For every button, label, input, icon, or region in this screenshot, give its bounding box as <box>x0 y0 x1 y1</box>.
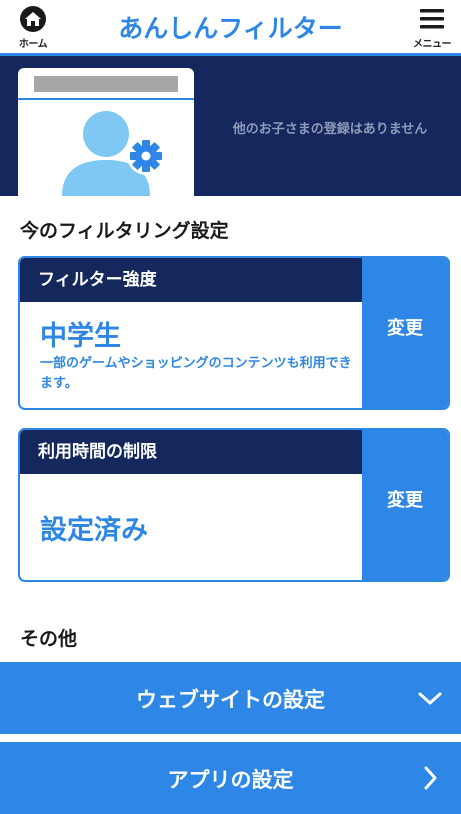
time-limit-card: 利用時間の制限 設定済み 変更 <box>18 428 450 582</box>
chevron-down-icon <box>418 692 442 705</box>
time-limit-value: 設定済み <box>40 515 148 546</box>
filter-strength-description: 一部のゲームやショッピングのコンテンツも利用できます。 <box>40 356 352 391</box>
menu-label: メニュー <box>413 39 452 50</box>
time-limit-change-button[interactable]: 変更 <box>362 430 448 580</box>
time-limit-body: 設定済み <box>20 474 364 580</box>
gear-icon <box>127 137 165 175</box>
hamburger-menu-icon <box>420 9 444 29</box>
website-settings-button[interactable]: ウェブサイトの設定 <box>0 662 461 734</box>
menu-button[interactable]: メニュー <box>407 4 457 52</box>
child-profile-card[interactable] <box>18 68 194 196</box>
app-header: ホーム あんしんフィルター メニュー <box>0 0 461 56</box>
filter-strength-body: 中学生 一部のゲームやショッピングのコンテンツも利用できます。 <box>20 302 364 408</box>
no-other-children-text: 他のお子さまの登録はありません <box>232 122 428 137</box>
filter-strength-value: 中学生 <box>40 321 121 352</box>
other-heading: その他 <box>20 628 78 650</box>
filter-strength-card: フィルター強度 中学生 一部のゲームやショッピングのコンテンツも利用できます。 … <box>18 256 450 410</box>
filter-strength-label: フィルター強度 <box>20 258 364 302</box>
app-settings-button[interactable]: アプリの設定 <box>0 742 461 814</box>
current-settings-heading: 今のフィルタリング設定 <box>20 220 229 242</box>
user-avatar-icon <box>62 111 165 196</box>
app-title: あんしんフィルター <box>118 14 343 43</box>
chevron-right-icon <box>424 766 437 790</box>
app-settings-label: アプリの設定 <box>167 768 294 792</box>
filter-strength-change-button[interactable]: 変更 <box>362 258 448 408</box>
child-name-redacted <box>34 76 178 92</box>
time-limit-label: 利用時間の制限 <box>20 430 364 474</box>
child-profile-band: 他のお子さまの登録はありません <box>0 56 461 196</box>
website-settings-label: ウェブサイトの設定 <box>136 688 325 712</box>
